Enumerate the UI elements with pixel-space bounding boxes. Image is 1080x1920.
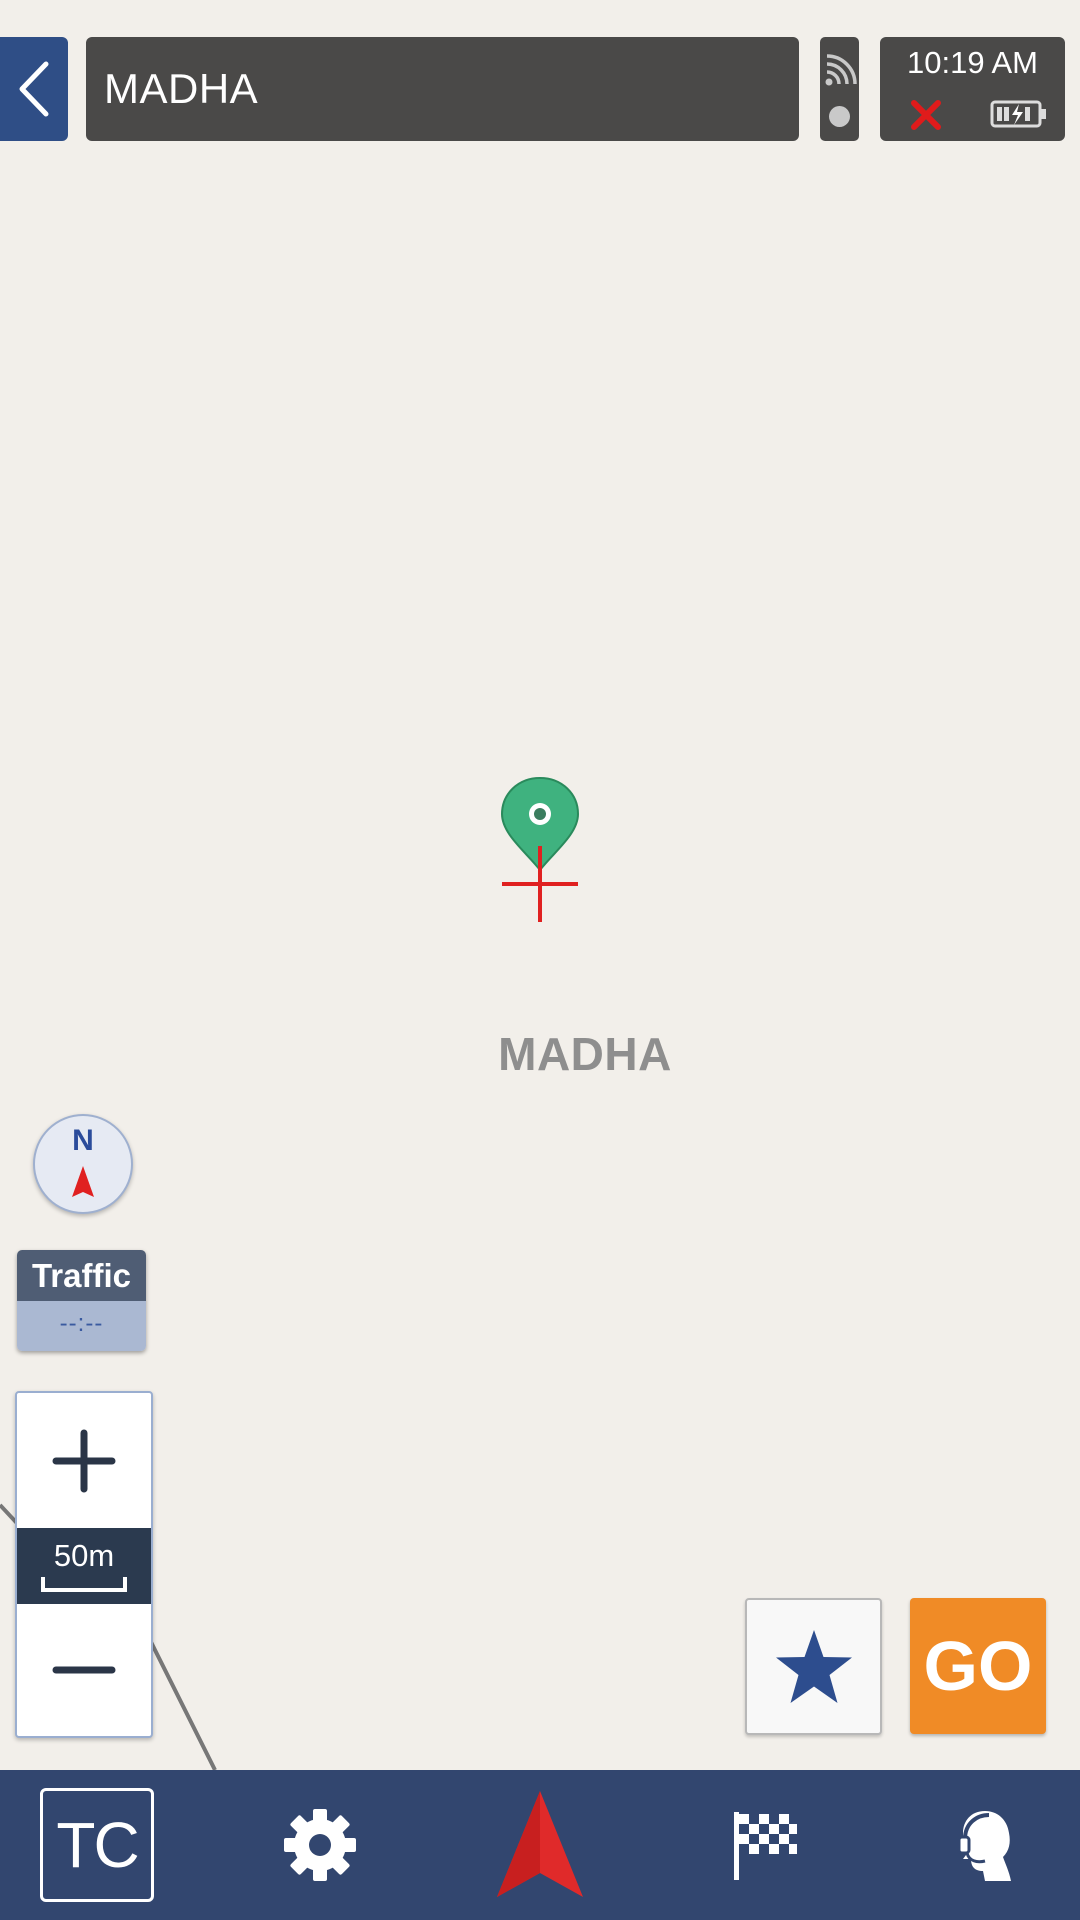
plus-icon (52, 1429, 116, 1492)
traffic-value: --:-- (17, 1301, 146, 1351)
status-panel: 10:19 AM (880, 37, 1065, 141)
bottom-nav-bar: TC (0, 1770, 1080, 1920)
crosshair-icon (502, 846, 578, 922)
close-icon (911, 100, 941, 130)
go-button[interactable]: GO (910, 1598, 1046, 1734)
compass-button[interactable]: N (33, 1114, 133, 1214)
traffic-button[interactable]: Traffic --:-- (17, 1250, 146, 1351)
star-icon (775, 1629, 852, 1703)
page-title: MADHA (104, 65, 259, 112)
minus-icon (52, 1666, 116, 1674)
chevron-left-icon (19, 61, 49, 117)
compass-north-label: N (72, 1124, 94, 1157)
scale-label: 50m (53, 1538, 115, 1573)
battery-charging-icon (990, 100, 1046, 128)
gps-indicator-dot (829, 106, 850, 127)
zoom-control: 50m (15, 1391, 153, 1738)
navigate-button[interactable] (490, 1770, 590, 1920)
destination-button[interactable] (715, 1770, 815, 1920)
zoom-in-button[interactable] (17, 1393, 151, 1528)
north-arrow-icon (72, 1166, 94, 1197)
search-title-field[interactable]: MADHA (86, 37, 799, 141)
gps-signal-icon (825, 54, 857, 86)
checkered-flag-icon (734, 1812, 797, 1880)
settings-button[interactable] (270, 1770, 370, 1920)
support-button[interactable] (935, 1770, 1035, 1920)
scale-bar-icon (41, 1577, 127, 1592)
navigation-arrow-icon (497, 1791, 583, 1897)
gear-icon (284, 1809, 356, 1881)
headset-support-icon (957, 1811, 1011, 1881)
favorite-button[interactable] (745, 1598, 882, 1735)
zoom-out-button[interactable] (17, 1604, 151, 1736)
tc-label: TC (40, 1788, 154, 1902)
clock-time: 10:19 AM (907, 45, 1038, 80)
back-button[interactable] (0, 37, 68, 141)
map-place-label: MADHA (498, 1028, 672, 1080)
tc-button[interactable]: TC (40, 1770, 154, 1920)
gps-status[interactable] (820, 37, 859, 141)
map-scale: 50m (17, 1528, 151, 1604)
traffic-label: Traffic (17, 1250, 146, 1301)
